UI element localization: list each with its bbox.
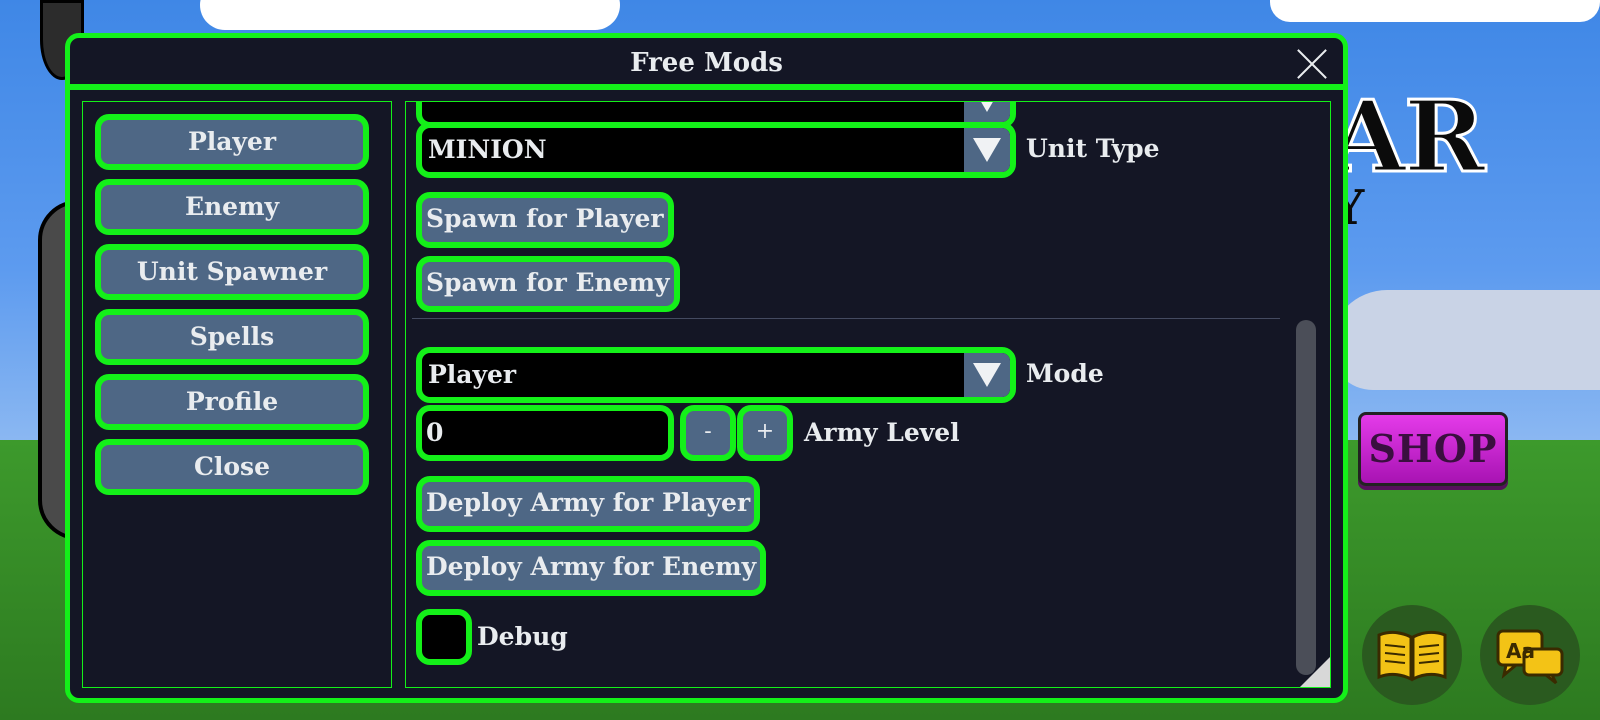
spawn-for-player-button[interactable]: Spawn for Player [416,192,674,248]
deploy-army-enemy-button[interactable]: Deploy Army for Enemy [416,540,767,596]
title-divider [70,84,1343,90]
scrollbar-thumb[interactable] [1296,320,1316,675]
language-button[interactable]: Aa [1480,605,1580,705]
mode-dropdown[interactable]: Player [416,347,1016,403]
chevron-down-icon [964,353,1010,397]
army-level-input[interactable]: 0 [416,405,674,461]
book-button[interactable] [1362,605,1462,705]
nav-item-enemy[interactable]: Enemy [95,179,369,235]
unit-type-value: MINION [428,135,547,164]
language-icon: Aa [1496,629,1564,685]
debug-checkbox[interactable] [416,609,472,665]
free-mods-window: Free Mods Player Enemy Unit Spawner Spel… [65,33,1348,703]
nav-panel: Player Enemy Unit Spawner Spells Profile… [82,101,392,688]
window-title: Free Mods [630,48,783,78]
section-divider [412,318,1280,319]
cloud [1330,290,1600,390]
nav-item-profile[interactable]: Profile [95,374,369,430]
unit-type-dropdown[interactable]: MINION [416,122,1016,178]
spawn-for-enemy-button[interactable]: Spawn for Enemy [416,256,680,312]
dropdown-arrow [964,102,1010,122]
mode-value: Player [428,360,517,389]
army-level-increment-button[interactable]: + [737,405,793,461]
book-icon [1377,630,1447,682]
deploy-army-player-button[interactable]: Deploy Army for Player [416,476,761,532]
cloud [200,0,620,30]
chevron-down-icon [964,128,1010,172]
shop-button[interactable]: SHOP [1358,412,1508,486]
content-panel: MINION Unit Type Spawn for Player Spawn … [405,101,1331,688]
army-level-label: Army Level [804,418,960,447]
close-icon[interactable] [1295,46,1329,80]
debug-label: Debug [477,622,568,651]
nav-item-player[interactable]: Player [95,114,369,170]
army-level-decrement-button[interactable]: - [680,405,736,461]
cloud [1270,0,1600,22]
resize-grip-icon[interactable] [1298,655,1330,687]
game-logo-art: AR [1328,79,1487,197]
svg-text:Aa: Aa [1506,639,1535,663]
nav-item-close[interactable]: Close [95,439,369,495]
unit-type-label: Unit Type [1026,134,1160,163]
nav-item-unit-spawner[interactable]: Unit Spawner [95,244,369,300]
mode-label: Mode [1026,359,1104,388]
nav-item-spells[interactable]: Spells [95,309,369,365]
